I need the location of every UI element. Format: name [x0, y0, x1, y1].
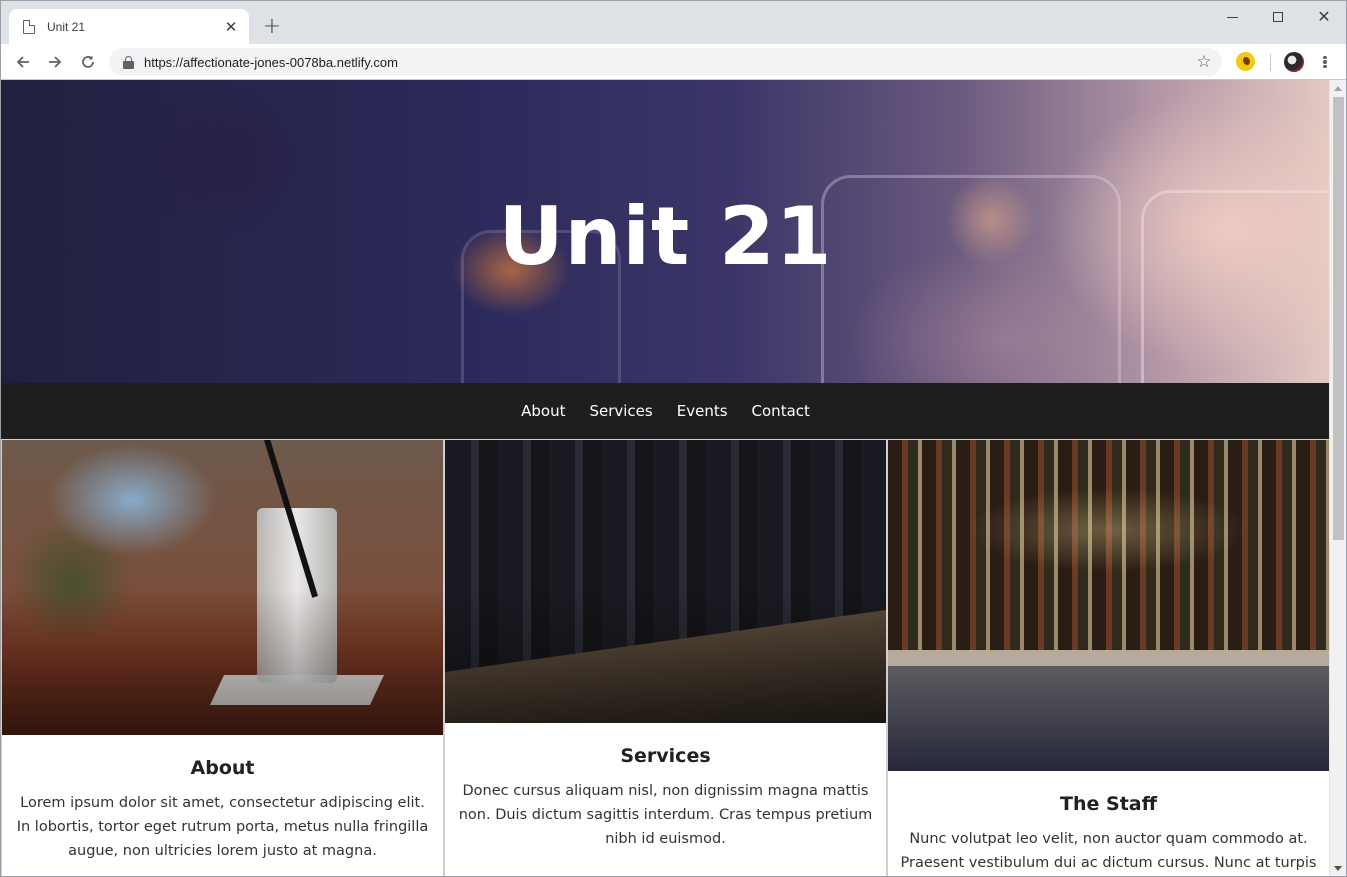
window-close-button[interactable]: ✕	[1301, 1, 1347, 33]
window-minimize-button[interactable]	[1209, 1, 1255, 33]
address-bar[interactable]: https://affectionate-jones-0078ba.netlif…	[109, 48, 1222, 76]
nav-link-contact[interactable]: Contact	[752, 402, 810, 420]
card-staff: The Staff Nunc volutpat leo velit, non a…	[887, 439, 1330, 876]
card-image-wine-bottles	[445, 440, 886, 723]
reload-button[interactable]	[75, 49, 101, 75]
bookmark-star-icon[interactable]: ☆	[1190, 52, 1218, 72]
card-text: Donec cursus aliquam nisl, non dignissim…	[458, 783, 873, 847]
card-text: Nunc volutpat leo velit, non auctor quam…	[900, 831, 1317, 871]
forward-button[interactable]	[42, 49, 68, 75]
page-scrollbar[interactable]	[1329, 80, 1346, 876]
browser-menu-icon[interactable]	[1317, 52, 1333, 72]
card-image-drink	[2, 440, 443, 735]
scroll-up-arrow-icon[interactable]	[1334, 86, 1342, 91]
scrollbar-thumb[interactable]	[1333, 97, 1344, 540]
card-services: Services Donec cursus aliquam nisl, non …	[444, 439, 887, 876]
tab-title: Unit 21	[47, 19, 86, 34]
page-icon	[23, 19, 35, 34]
maximize-icon	[1273, 12, 1283, 22]
nav-link-events[interactable]: Events	[677, 402, 728, 420]
card-body: About Lorem ipsum dolor sit amet, consec…	[2, 757, 443, 863]
browser-tab[interactable]: Unit 21 ✕	[9, 9, 249, 44]
tab-close-icon[interactable]: ✕	[223, 19, 239, 35]
toolbar-divider	[1270, 54, 1271, 71]
reload-icon	[82, 55, 94, 68]
back-button[interactable]	[10, 49, 36, 75]
extension-icon[interactable]	[1236, 52, 1255, 71]
hero-banner: Unit 21	[1, 80, 1330, 383]
nav-link-services[interactable]: Services	[589, 402, 652, 420]
browser-toolbar: https://affectionate-jones-0078ba.netlif…	[1, 44, 1346, 80]
new-tab-button[interactable]: +	[259, 15, 285, 41]
card-heading: The Staff	[1060, 793, 1157, 815]
card-text: Lorem ipsum dolor sit amet, consectetur …	[16, 795, 429, 859]
card-heading: Services	[620, 745, 711, 767]
back-arrow-icon	[16, 56, 29, 68]
tab-strip: Unit 21 ✕ + ✕	[1, 1, 1346, 44]
site-title: Unit 21	[498, 190, 833, 283]
lock-icon	[123, 55, 134, 69]
card-body: The Staff Nunc volutpat leo velit, non a…	[888, 793, 1329, 875]
nav-link-about[interactable]: About	[521, 402, 565, 420]
profile-avatar[interactable]	[1284, 52, 1304, 72]
browser-chrome: Unit 21 ✕ + ✕ https://affectionate-jones…	[0, 0, 1347, 80]
card-grid: About Lorem ipsum dolor sit amet, consec…	[1, 439, 1330, 876]
minimize-icon	[1226, 16, 1238, 18]
card-about: About Lorem ipsum dolor sit amet, consec…	[1, 439, 444, 876]
url-text[interactable]: https://affectionate-jones-0078ba.netlif…	[144, 55, 1190, 70]
forward-arrow-icon	[49, 56, 62, 68]
scroll-down-arrow-icon[interactable]	[1334, 866, 1342, 871]
window-maximize-button[interactable]	[1255, 1, 1301, 33]
card-heading: About	[190, 757, 255, 779]
card-image-bar	[888, 440, 1329, 771]
close-icon: ✕	[1317, 7, 1331, 26]
page-viewport: Unit 21 About Services Events Contact Ab…	[0, 80, 1347, 877]
card-body: Services Donec cursus aliquam nisl, non …	[445, 745, 886, 851]
site-nav: About Services Events Contact	[1, 383, 1330, 439]
